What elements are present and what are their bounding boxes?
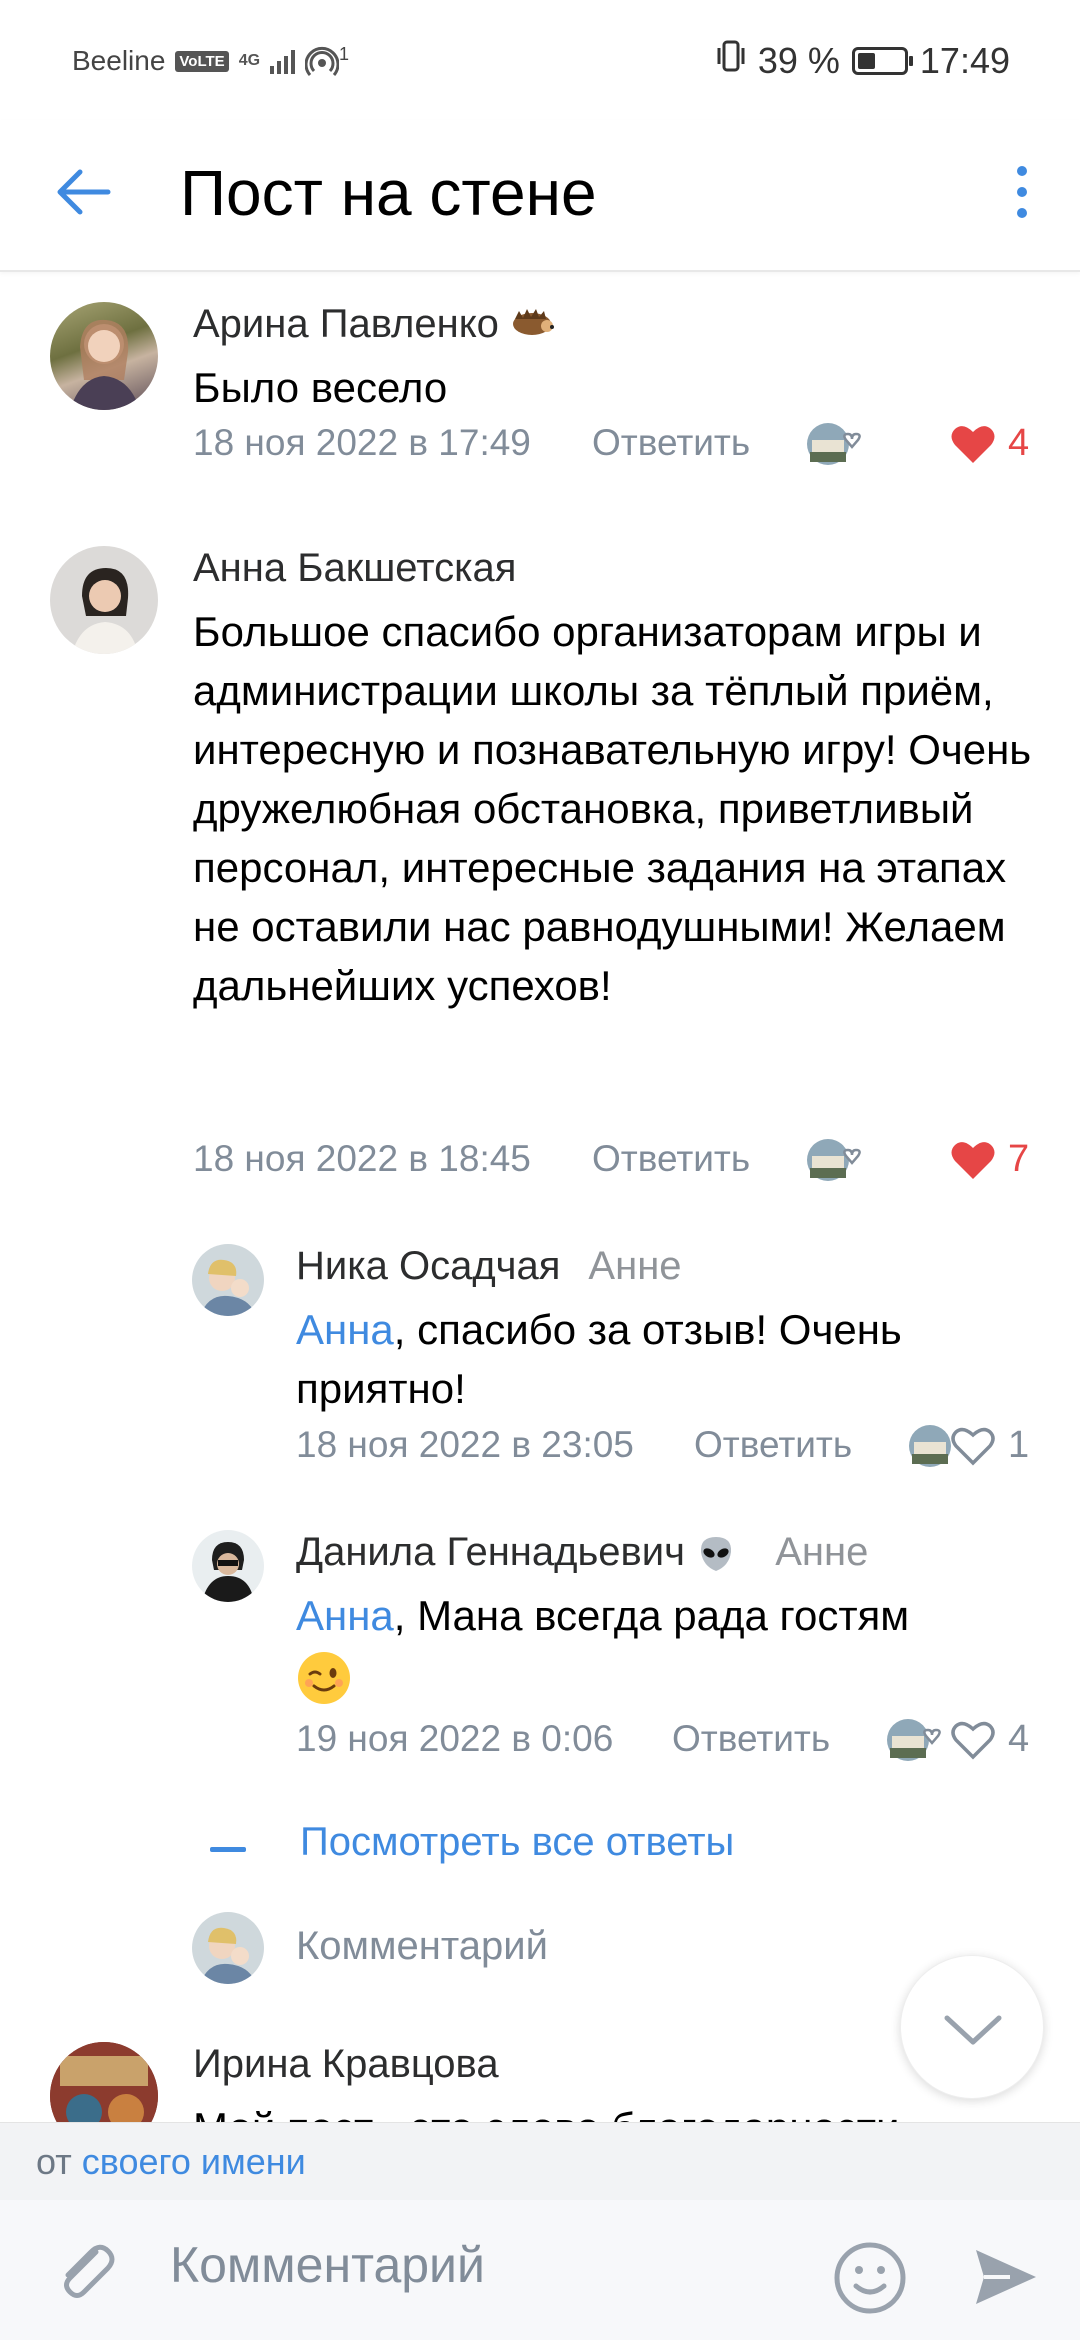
- reply-button[interactable]: Ответить: [592, 1138, 750, 1180]
- status-bar: Beeline VoLTE 4G 1 39 % 17:49: [0, 0, 1080, 120]
- comment-text: Анна, спасибо за отзыв! Очень приятно!: [296, 1300, 1016, 1418]
- carrier-name: Beeline: [72, 45, 166, 76]
- my-avatar: [192, 1912, 264, 1984]
- author-name[interactable]: Данила Геннадьевич: [296, 1530, 685, 1574]
- post-as-selector[interactable]: своего имени: [82, 2141, 306, 2182]
- scroll-down-button[interactable]: [900, 1955, 1044, 2099]
- comment-date: 19 ноя 2022 в 0:06: [296, 1718, 614, 1759]
- avatar[interactable]: [50, 302, 158, 410]
- page-title: Пост на стене: [180, 157, 597, 229]
- heart-outline-icon: [951, 1721, 995, 1759]
- emoji-button[interactable]: [832, 2240, 908, 2316]
- comment-text: Мой пост - это слово благодарности: [193, 2098, 1013, 2122]
- comment-text: Анна, Мана всегда рада гостям: [296, 1586, 1016, 1706]
- like-count: 4: [1008, 422, 1030, 464]
- comment-date: 18 ноя 2022 в 23:05: [296, 1424, 634, 1465]
- chevron-down-icon: [944, 2015, 1002, 2045]
- avatar[interactable]: [192, 1530, 264, 1602]
- reply-button[interactable]: Ответить: [672, 1718, 830, 1760]
- status-left: Beeline VoLTE 4G 1: [72, 44, 349, 78]
- avatar[interactable]: [192, 1244, 264, 1316]
- battery-icon: [851, 46, 913, 75]
- send-button[interactable]: [970, 2242, 1040, 2312]
- mention-link[interactable]: Анна: [296, 1306, 394, 1353]
- author-name[interactable]: Арина Павленко: [193, 302, 499, 346]
- from-prefix: от: [36, 2141, 72, 2182]
- comment-input[interactable]: Комментарий: [170, 2236, 485, 2294]
- heart-outline-icon: [951, 1427, 995, 1465]
- liked-by-avatar: [806, 422, 861, 465]
- comment-composer: Комментарий: [0, 2200, 1080, 2340]
- hedgehog-emoji-icon: [510, 307, 555, 345]
- like-count: 1: [1008, 1424, 1030, 1466]
- comment-body: , Мана всегда рада гостям: [393, 1592, 910, 1639]
- heart-filled-icon: [951, 1141, 995, 1179]
- comment-text: Большое спасибо организаторам игры и адм…: [193, 608, 1032, 1009]
- show-all-replies-button[interactable]: Посмотреть все ответы: [210, 1820, 810, 1880]
- like-button[interactable]: 4: [950, 422, 1029, 465]
- liked-by-avatar: [886, 1718, 941, 1761]
- hotspot-icon: 1: [305, 44, 349, 78]
- collapse-dash-icon: [210, 1847, 246, 1852]
- status-right: 39 % 17:49: [716, 38, 1010, 83]
- more-menu-button[interactable]: [1010, 160, 1034, 224]
- clock: 17:49: [919, 39, 1010, 81]
- author-name[interactable]: Анна Бакшетская: [193, 546, 516, 591]
- vibrate-icon: [716, 38, 746, 83]
- comments-list: Арина Павленко Было весело 18 ноя 2022 в…: [0, 272, 1080, 2122]
- like-button[interactable]: 7: [950, 1138, 1029, 1181]
- smile-icon: [834, 2242, 906, 2314]
- author-name[interactable]: Ника Осадчая: [296, 1244, 560, 1288]
- like-count: 7: [1008, 1138, 1030, 1180]
- attach-button[interactable]: [50, 2234, 122, 2306]
- show-all-label: Посмотреть все ответы: [300, 1820, 735, 1864]
- wink-emoji-icon: [296, 1650, 352, 1706]
- comment-date: 18 ноя 2022 в 18:45: [193, 1138, 531, 1179]
- like-count: 4: [1008, 1718, 1030, 1760]
- reply-button[interactable]: Ответить: [592, 422, 750, 464]
- liked-by-avatar: [908, 1424, 951, 1467]
- author-name[interactable]: Ирина Кравцова: [193, 2042, 499, 2087]
- battery-percent: 39 %: [757, 39, 840, 81]
- avatar[interactable]: [50, 2042, 158, 2122]
- hotspot-count: 1: [339, 44, 350, 64]
- reply-to-label: Анне: [588, 1244, 682, 1288]
- heart-filled-icon: [951, 425, 995, 463]
- arrow-left-icon: [57, 169, 111, 215]
- like-button[interactable]: 1: [950, 1424, 1029, 1467]
- volte-badge: VoLTE: [175, 50, 229, 72]
- avatar[interactable]: [50, 546, 158, 654]
- app-header: Пост на стене: [0, 120, 1080, 272]
- comment-date: 18 ноя 2022 в 17:49: [193, 422, 531, 463]
- mention-link[interactable]: Анна: [296, 1592, 394, 1639]
- like-button[interactable]: 4: [950, 1718, 1029, 1761]
- liked-by-avatar: [806, 1138, 861, 1181]
- signal-icon: [270, 48, 296, 74]
- reply-to-label: Анне: [775, 1530, 869, 1574]
- network-type: 4G: [238, 52, 261, 69]
- reply-comment-input[interactable]: Комментарий: [296, 1924, 548, 1969]
- reply-button[interactable]: Ответить: [694, 1424, 852, 1466]
- paperclip-icon: [64, 2244, 115, 2298]
- comment-text: Было весело: [193, 364, 448, 411]
- send-icon: [976, 2250, 1036, 2304]
- alien-emoji-icon: [696, 1530, 747, 1574]
- back-button[interactable]: [52, 160, 116, 224]
- post-as-bar: от своего имени: [0, 2122, 1080, 2200]
